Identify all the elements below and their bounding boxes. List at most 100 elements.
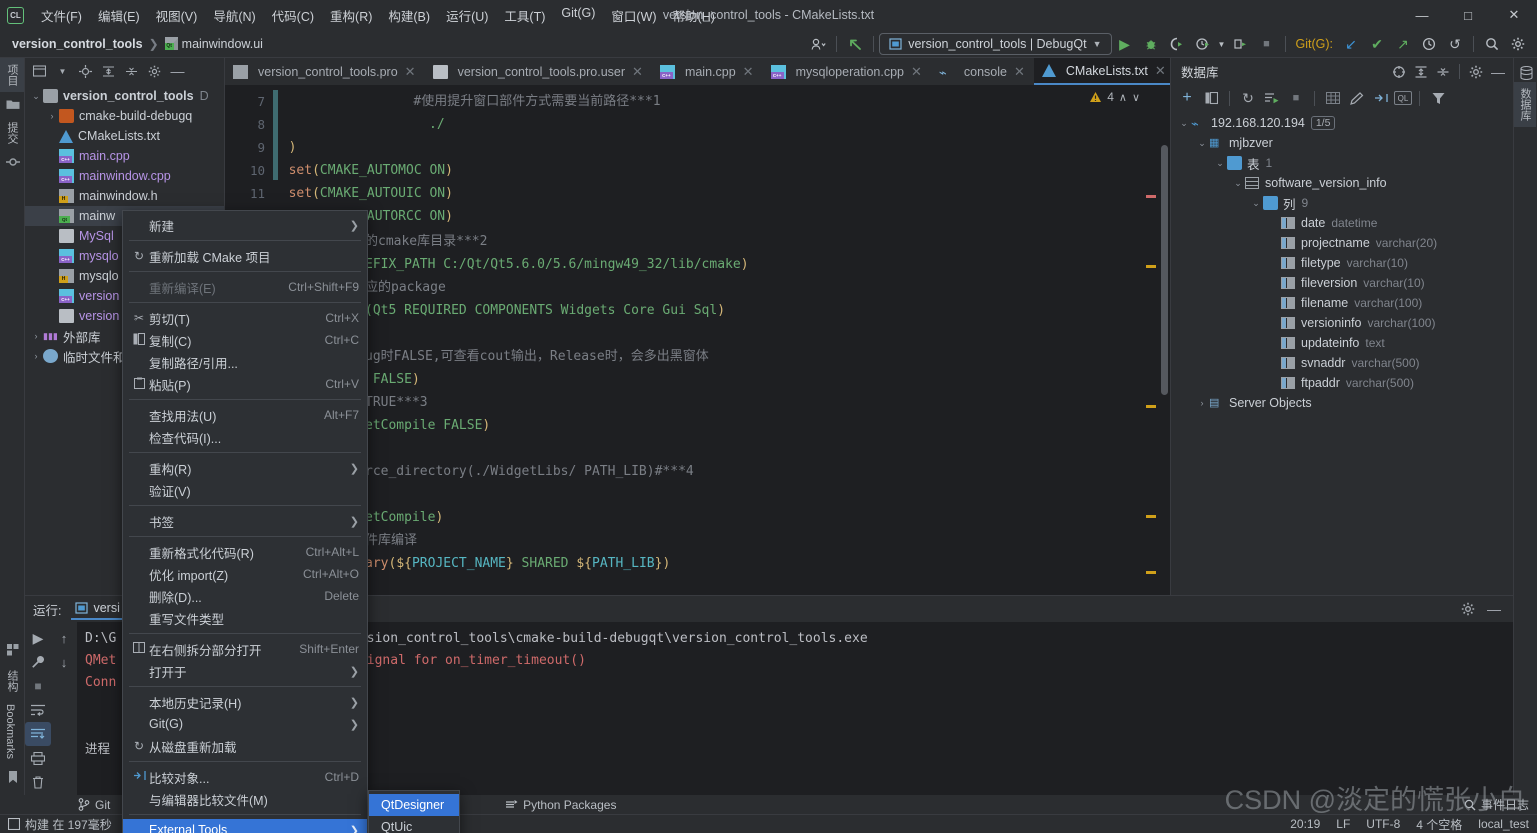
database-tree-row[interactable]: date datetime <box>1171 213 1513 233</box>
close-icon[interactable]: ✕ <box>911 64 922 80</box>
collapse-all-icon[interactable] <box>1432 61 1454 82</box>
ql-icon[interactable]: QL <box>1394 91 1412 105</box>
gear-icon[interactable] <box>1505 33 1531 55</box>
close-icon[interactable]: ✕ <box>1155 63 1166 79</box>
chevron-down-icon[interactable]: ▼ <box>1216 33 1228 55</box>
menu-7[interactable]: 运行(U) <box>438 2 496 29</box>
git-update-icon[interactable]: ↙ <box>1338 33 1364 55</box>
error-stripe-marker[interactable] <box>1146 195 1156 198</box>
database-tree-row[interactable]: updateinfo text <box>1171 333 1513 353</box>
user-icon[interactable] <box>805 33 831 55</box>
context-menu-item-29[interactable]: ↻ 从磁盘重新加载 <box>123 735 367 757</box>
editor-tab-3[interactable]: mysqloperation.cpp ✕ <box>763 58 931 85</box>
database-tree-row[interactable]: ftpaddr varchar(500) <box>1171 373 1513 393</box>
duplicate-icon[interactable] <box>1200 88 1222 109</box>
database-tree-row[interactable]: ⌄ 表 1 <box>1171 153 1513 173</box>
twisty-icon[interactable]: ⌄ <box>1177 118 1191 129</box>
error-stripe-marker[interactable] <box>1146 265 1156 268</box>
context-menu-item-12[interactable]: 检查代码(I)... <box>123 426 367 448</box>
menu-5[interactable]: 重构(R) <box>322 2 380 29</box>
run-query-icon[interactable] <box>1261 88 1283 109</box>
run-configuration-selector[interactable]: version_control_tools | DebugQt ▼ <box>879 33 1112 55</box>
menu-9[interactable]: Git(G) <box>553 2 603 29</box>
database-tree-row[interactable]: ⌄ 列 9 <box>1171 193 1513 213</box>
context-menu-item-2[interactable]: ↻ 重新加载 CMake 项目 <box>123 245 367 267</box>
menu-10[interactable]: 窗口(W) <box>603 2 664 29</box>
event-log-button[interactable]: 事件日志 <box>1464 796 1529 813</box>
sidebar-item-bookmarks[interactable]: Bookmarks <box>0 698 20 765</box>
editor-tab-4[interactable]: ⌁ console ✕ <box>931 58 1034 85</box>
project-tree-row[interactable]: › cmake-build-debugq <box>25 106 224 126</box>
trash-icon[interactable] <box>25 770 51 794</box>
wrap-text-icon[interactable] <box>25 698 51 722</box>
project-tree-row[interactable]: ⌄ version_control_tools D <box>25 86 224 106</box>
twisty-icon[interactable]: › <box>1195 398 1209 408</box>
menu-8[interactable]: 工具(T) <box>496 2 553 29</box>
error-stripe-marker[interactable] <box>1146 405 1156 408</box>
attach-icon[interactable] <box>1228 33 1254 55</box>
table-view-icon[interactable] <box>1322 88 1344 109</box>
context-menu-item-22[interactable]: 重写文件类型 <box>123 607 367 629</box>
editor-tab-1[interactable]: version_control_tools.pro.user ✕ <box>425 58 652 85</box>
context-menu-item-19[interactable]: 重新格式化代码(R) Ctrl+Alt+L <box>123 541 367 563</box>
menu-11[interactable]: 帮助(H) <box>665 2 723 29</box>
stop-icon[interactable]: ■ <box>1285 88 1307 109</box>
coverage-icon[interactable] <box>1164 33 1190 55</box>
database-tree-row[interactable]: › ▤ Server Objects <box>1171 393 1513 413</box>
context-menu-item-24[interactable]: 在右侧拆分部分打开 Shift+Enter <box>123 638 367 660</box>
database-tree-row[interactable]: fileversion varchar(10) <box>1171 273 1513 293</box>
gear-icon[interactable] <box>1457 599 1479 620</box>
close-icon[interactable]: ✕ <box>632 64 643 80</box>
diff-icon[interactable] <box>1370 88 1392 109</box>
project-tree-row[interactable]: main.cpp <box>25 146 224 166</box>
project-tree-row[interactable]: mainwindow.cpp <box>25 166 224 186</box>
build-status[interactable]: 构建 在 197毫秒 <box>8 816 112 833</box>
inspection-prev-icon[interactable]: ∧ <box>1119 91 1127 104</box>
status-info-1[interactable]: LF <box>1336 817 1350 831</box>
back-arrow-icon[interactable] <box>842 33 868 55</box>
submenu-item-1[interactable]: QtUic <box>369 816 459 833</box>
menu-4[interactable]: 代码(C) <box>264 2 322 29</box>
twisty-icon[interactable]: › <box>45 111 59 121</box>
filter-icon[interactable] <box>1427 88 1449 109</box>
menu-0[interactable]: 文件(F) <box>33 2 90 29</box>
locate-icon[interactable] <box>75 61 96 81</box>
hide-panel-icon[interactable]: — <box>1487 61 1509 82</box>
print-icon[interactable] <box>25 746 51 770</box>
rollback-icon[interactable]: ↺ <box>1442 33 1468 55</box>
project-tree-row[interactable]: mainwindow.h <box>25 186 224 206</box>
database-tree-row[interactable]: versioninfo varchar(100) <box>1171 313 1513 333</box>
run-tab[interactable]: versi <box>71 598 124 620</box>
sidebar-item-database[interactable]: 数据库 <box>1514 82 1536 127</box>
gear-icon[interactable] <box>1465 61 1487 82</box>
breadcrumb-project[interactable]: version_control_tools <box>12 37 143 51</box>
hide-panel-icon[interactable]: — <box>1483 599 1505 620</box>
inspection-widget[interactable]: 4 ∧ ∨ <box>1085 88 1144 106</box>
sidebar-item-commit[interactable]: 提交 <box>0 116 24 150</box>
context-menu-item-34[interactable]: External Tools ❯ <box>123 819 367 833</box>
project-view-select-icon[interactable] <box>29 61 50 81</box>
context-menu-item-4[interactable]: 重新编译(E) Ctrl+Shift+F9 <box>123 276 367 298</box>
scroll-to-end-icon[interactable] <box>25 722 51 746</box>
context-menu-item-17[interactable]: 书签 ❯ <box>123 510 367 532</box>
search-icon[interactable] <box>1479 33 1505 55</box>
editor-tab-2[interactable]: main.cpp ✕ <box>652 58 763 85</box>
database-tree-row[interactable]: filename varchar(100) <box>1171 293 1513 313</box>
close-icon[interactable]: ✕ <box>1014 64 1025 80</box>
down-icon[interactable]: ↓ <box>51 650 77 674</box>
close-button[interactable]: ✕ <box>1491 0 1537 30</box>
collapse-all-icon[interactable] <box>121 61 142 81</box>
twisty-icon[interactable]: ⌄ <box>29 91 43 102</box>
status-python-packages-tab[interactable]: Python Packages <box>505 798 616 812</box>
up-icon[interactable]: ↑ <box>51 626 77 650</box>
git-commit-icon[interactable]: ✔ <box>1364 33 1390 55</box>
submenu-item-0[interactable]: QtDesigner <box>369 794 459 816</box>
menu-6[interactable]: 构建(B) <box>380 2 438 29</box>
expand-all-icon[interactable] <box>1410 61 1432 82</box>
context-menu-item-15[interactable]: 验证(V) <box>123 479 367 501</box>
breadcrumb-file[interactable]: mainwindow.ui <box>182 37 263 51</box>
menu-3[interactable]: 导航(N) <box>205 2 263 29</box>
status-info-0[interactable]: 20:19 <box>1290 817 1320 831</box>
wrench-icon[interactable] <box>25 650 51 674</box>
editor-tab-0[interactable]: version_control_tools.pro ✕ <box>225 58 425 85</box>
